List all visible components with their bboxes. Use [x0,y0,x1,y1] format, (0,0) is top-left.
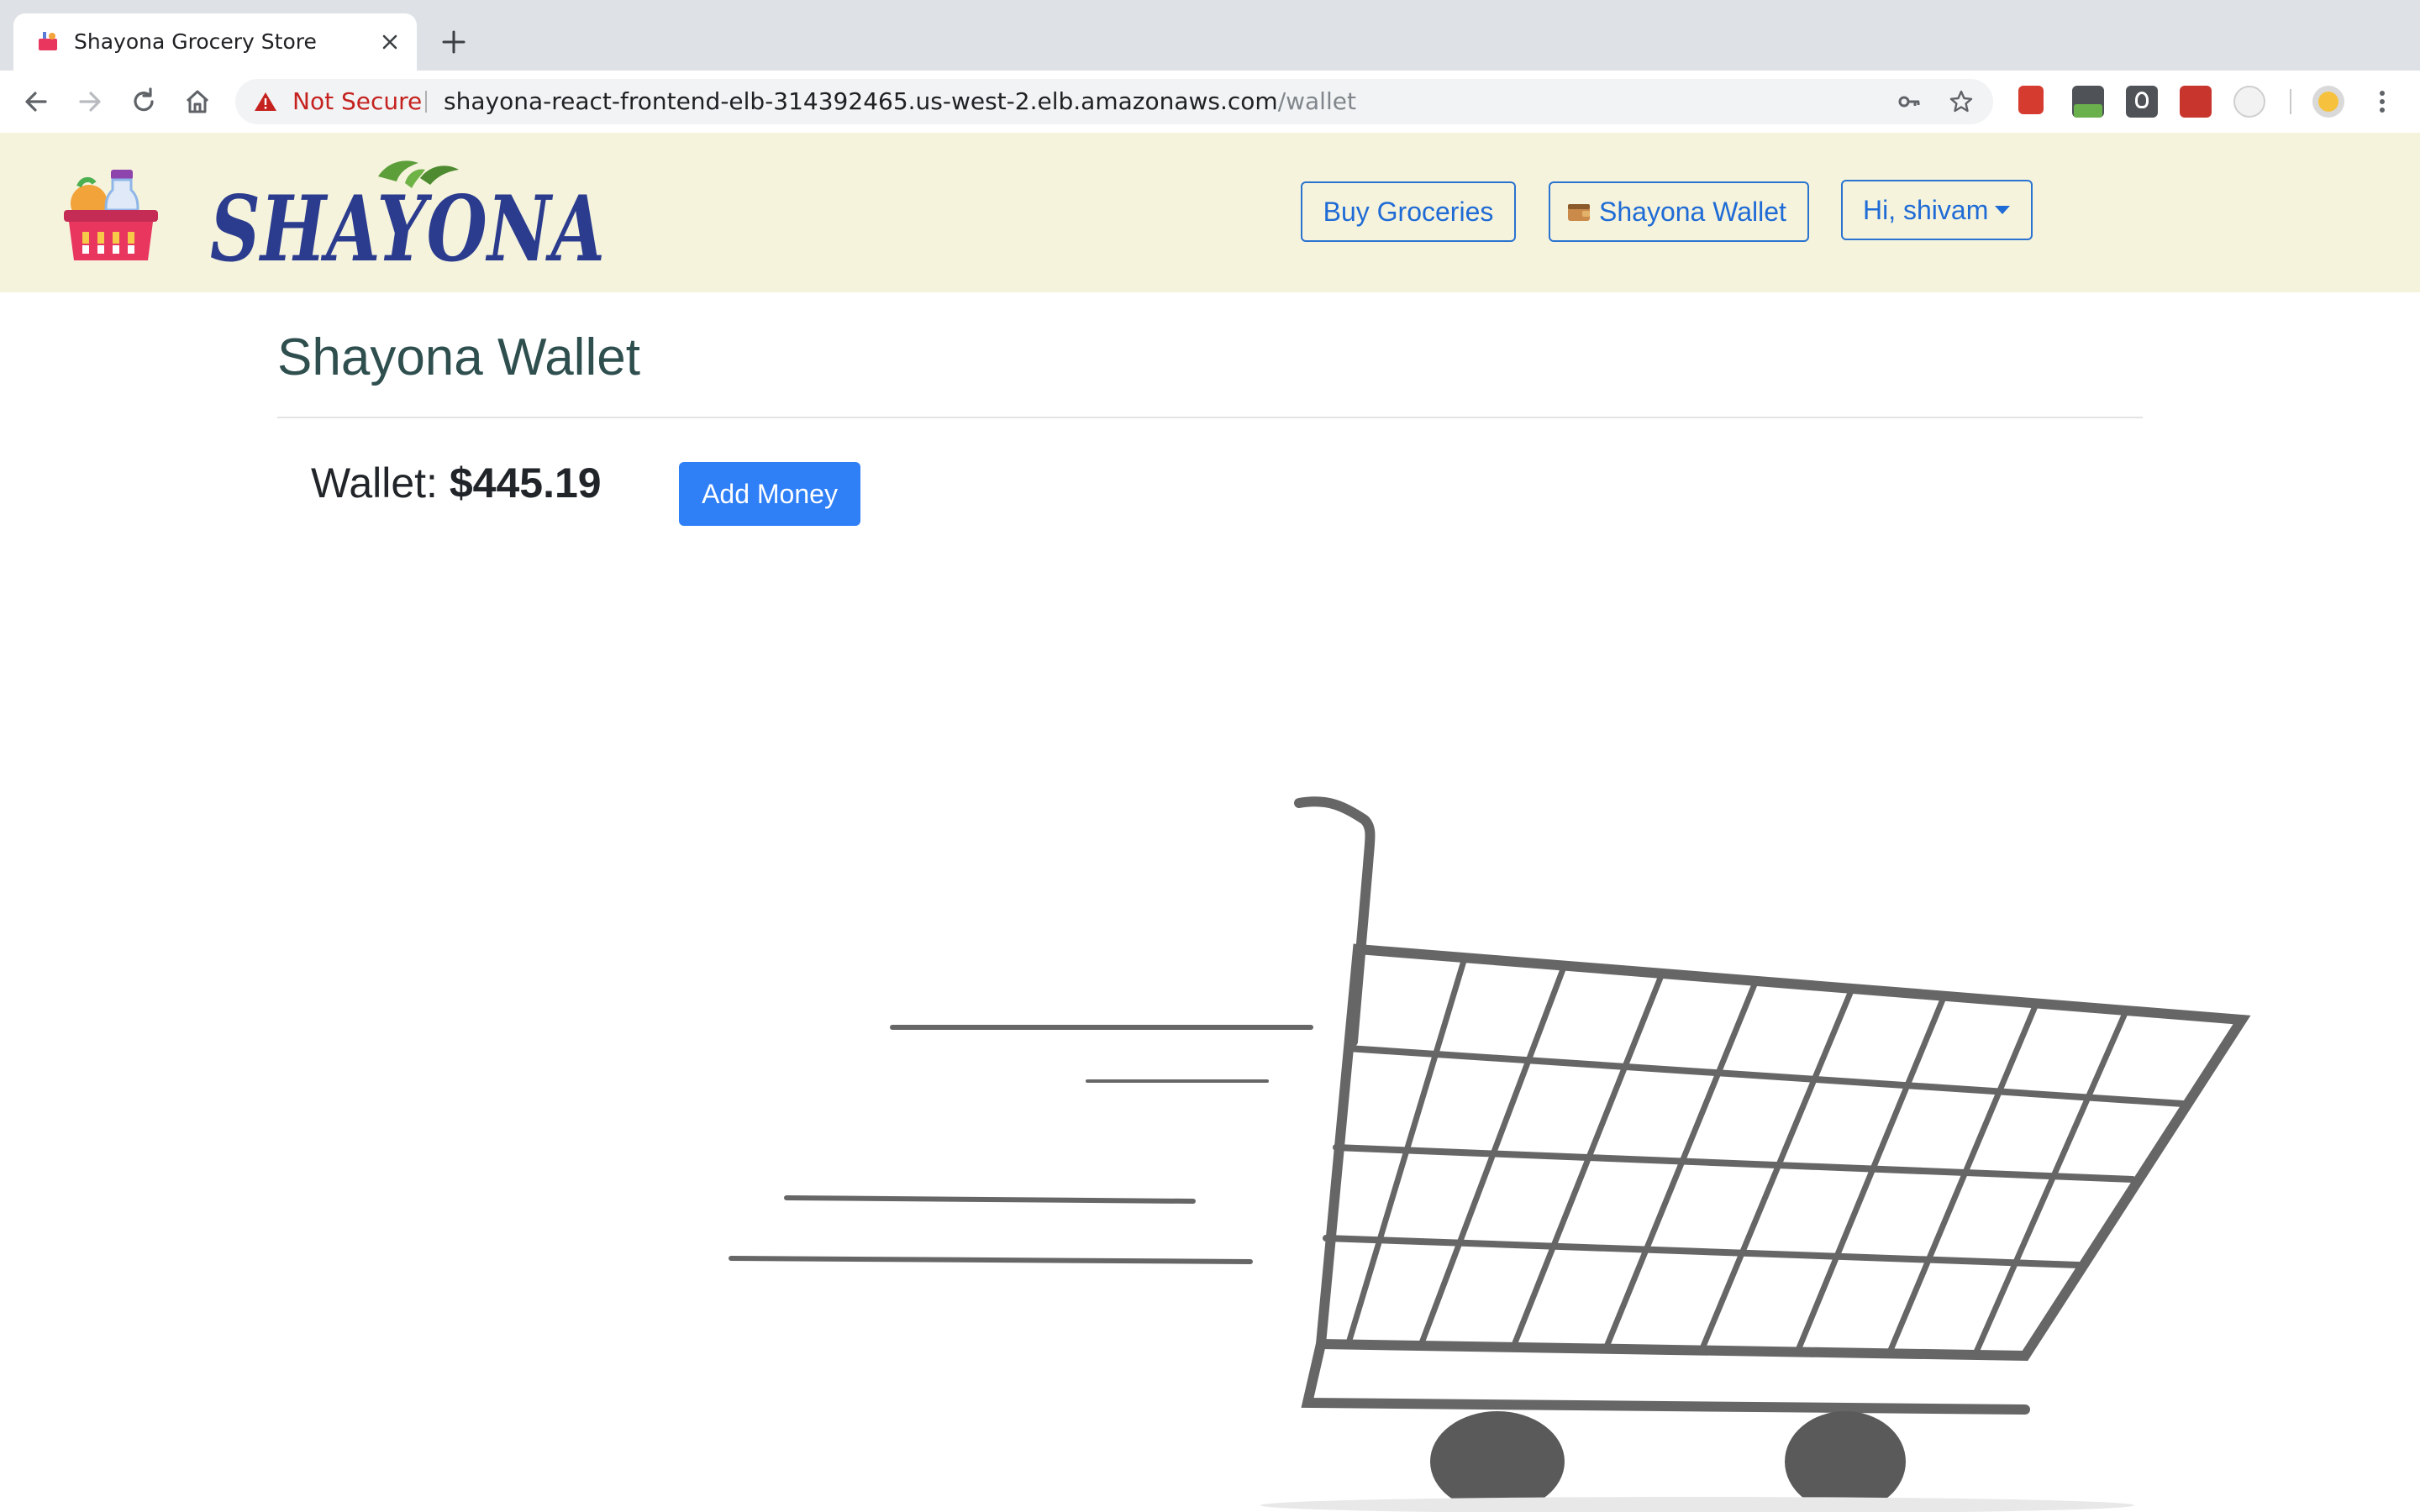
page-title: Shayona Wallet [277,328,640,386]
browser-toolbar: Not Secure shayona-react-frontend-elb-31… [0,71,2420,134]
reload-icon[interactable] [128,86,160,118]
extension-bulb-icon[interactable] [2126,86,2158,118]
site-header: SHAYONA Buy Groceries Shayona Wallet Hi,… [0,133,2420,292]
more-menu-icon[interactable] [2368,86,2396,118]
wallet-nav-button[interactable]: Shayona Wallet [1549,181,1809,242]
user-menu-dropdown[interactable]: Hi, shivam [1841,180,2033,240]
wallet-balance: Wallet: $445.19 [311,459,602,507]
browser-tab[interactable]: Shayona Grocery Store [13,13,417,71]
brand-logo[interactable]: SHAYONA [210,158,613,267]
wallet-nav-label: Shayona Wallet [1599,196,1786,227]
grocery-basket-logo-icon[interactable] [64,163,158,262]
star-icon[interactable] [1949,90,1973,113]
plus-icon[interactable] [437,25,471,59]
home-icon[interactable] [182,86,213,118]
add-money-button[interactable]: Add Money [679,462,860,526]
extension-face-icon[interactable] [2233,86,2265,118]
key-icon[interactable] [1897,90,1921,113]
warning-icon [255,92,276,111]
basket-favicon-icon [39,32,57,50]
wallet-label: Wallet: [311,459,438,507]
extension-paw-icon[interactable] [2180,86,2212,118]
security-label[interactable]: Not Secure [292,79,422,124]
url-text[interactable]: shayona-react-frontend-elb-314392465.us-… [444,79,1356,124]
title-divider [277,417,2143,418]
shopping-cart-illustration [729,796,2251,1512]
url-host: shayona-react-frontend-elb-314392465.us-… [444,87,1278,115]
extension-snooze-icon[interactable] [2072,86,2104,118]
brand-wordmark: SHAYONA [210,176,605,267]
profile-avatar-icon[interactable] [2312,86,2344,118]
address-bar[interactable]: Not Secure shayona-react-frontend-elb-31… [235,79,1993,124]
divider [2290,89,2291,114]
forward-icon[interactable] [74,86,106,118]
tab-title: Shayona Grocery Store [74,29,317,54]
wallet-amount: $445.19 [449,459,602,507]
url-path: /wallet [1277,87,1356,115]
chevron-down-icon [1995,206,2011,214]
close-icon[interactable] [378,30,402,54]
extension-bookmark-icon[interactable] [2018,86,2044,114]
wallet-icon [1568,204,1590,221]
back-icon[interactable] [20,86,52,118]
buy-groceries-button[interactable]: Buy Groceries [1301,181,1516,242]
divider [425,91,427,113]
browser-tabstrip: Shayona Grocery Store [0,0,2420,71]
user-menu-label: Hi, shivam [1863,194,1989,225]
